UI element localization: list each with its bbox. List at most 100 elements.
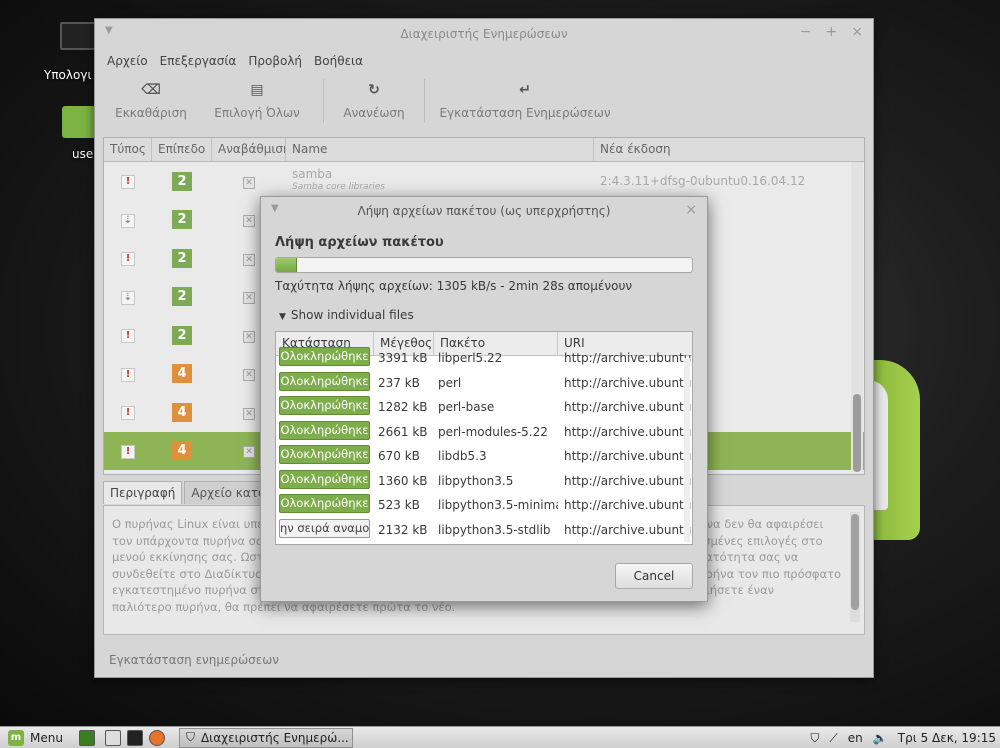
select-all-label: Επιλογή Όλων [214,106,300,120]
language-indicator[interactable]: en [848,731,863,745]
col-type[interactable]: Τύπος [104,138,152,161]
file-manager-icon[interactable] [104,729,121,746]
file-row[interactable]: Ολοκληρώθηκε 237 kB perl http://archive.ubu… [276,371,692,396]
security-update-icon: ! [121,175,135,190]
install-updates-label: Εγκατάσταση Ενημερώσεων [439,106,611,120]
taskbar: m Menu ⛉ Διαχειριστής Ενημερώ... ⛉ ⟋ en … [0,726,1000,748]
file-uri: http://archive.ubuntu.co [564,473,692,488]
file-row[interactable]: Ολοκληρώθηκε 1360 kB libpython3.5 http://ar… [276,469,692,494]
col-name[interactable]: Name [286,138,594,161]
upgrade-checkbox[interactable]: ✕ [243,215,255,228]
update-shield-icon[interactable]: ⛉ [810,731,819,746]
window-menu-icon[interactable]: ▼ [105,25,113,36]
download-icon: ⇣ [121,213,135,228]
upgrade-checkbox[interactable]: ✕ [243,292,255,305]
file-uri: http://archive.ubuntu.co [564,375,692,390]
level-badge: 2 [172,171,192,191]
mint-menu-icon[interactable]: m [8,729,24,746]
cancel-button[interactable]: Cancel [615,563,693,589]
document-icon: ▤ [250,82,264,98]
upgrade-checkbox[interactable]: ✕ [243,253,255,266]
upgrade-checkbox[interactable]: ✕ [243,176,255,189]
file-uri: http://archive.ubuntu.co [564,424,692,439]
menu-file[interactable]: Αρχείο [101,54,154,68]
files-table: Κατάσταση Μέγεθος Πακέτο URI Ολοκληρώθηκ… [275,331,693,545]
menu-help[interactable]: Βοήθεια [308,54,369,68]
download-speed-text: Ταχύτητα λήψης αρχείων: 1305 kB/s - 2min… [275,279,633,293]
file-size: 1282 kB [378,400,428,415]
files-scrollbar[interactable] [684,358,690,542]
level-badge: 2 [172,325,192,345]
clock[interactable]: Τρι 5 Δεκ, 19:15 [898,731,996,745]
security-update-icon: ! [121,252,135,267]
file-package: libpython3.5-minimal [438,498,558,513]
close-icon[interactable]: × [685,202,697,218]
menu-view[interactable]: Προβολή [242,54,308,68]
clear-button[interactable]: ⌫ Εκκαθάριση [101,73,201,129]
expander-arrow-icon: ▼ [279,312,286,322]
table-scrollbar[interactable] [851,162,863,472]
file-row[interactable]: Ολοκληρώθηκε 523 kB libpython3.5-minimal ht… [276,493,692,518]
table-header: Τύπος Επίπεδο Αναβάθμιση Name Νέα έκδοση [104,138,864,162]
taskbar-window-label: Διαχειριστής Ενημερώ... [200,730,349,745]
taskbar-window-button[interactable]: ⛉ Διαχειριστής Ενημερώ... [178,727,353,748]
col-level[interactable]: Επίπεδο [152,138,212,161]
upgrade-checkbox[interactable]: ✕ [243,446,255,459]
file-row[interactable]: ην σειρά αναμον 2132 kB libpython3.5-stdli… [276,518,692,543]
file-row[interactable]: Ολοκληρώθηκε 1282 kB perl-base http://archi… [276,395,692,420]
col-upgrade[interactable]: Αναβάθμιση [212,138,286,161]
terminal-icon[interactable] [126,729,143,746]
select-all-button[interactable]: ▤ Επιλογή Όλων [201,73,313,129]
files-table-body: Ολοκληρώθηκε 3391 kB libperl5.22 http://arc… [276,346,692,542]
file-size: 3391 kB [378,351,428,366]
show-files-expander[interactable]: ▼ Show individual files [279,308,414,322]
status-badge: Ολοκληρώθηκε [279,420,370,440]
tab-description[interactable]: Περιγραφή [103,481,183,504]
description-line: ρήνα δεν θα αφαιρέσει [692,517,824,531]
install-updates-button[interactable]: ↵ Εγκατάσταση Ενημερώσεων [435,73,615,129]
scroll-thumb[interactable] [853,394,861,472]
description-line: υνατότητα σας να [692,550,799,564]
status-badge: Ολοκληρώθηκε [279,494,370,514]
upgrade-checkbox[interactable]: ✕ [243,369,255,382]
upgrade-checkbox[interactable]: ✕ [243,407,255,420]
menu-button[interactable]: Menu [30,731,63,745]
menu-edit[interactable]: Επεξεργασία [154,54,243,68]
network-icon[interactable]: ⟋ [829,731,837,746]
close-icon[interactable]: × [851,24,863,40]
firefox-icon[interactable] [148,729,165,746]
table-row[interactable]: ! 2 ✕ samba Samba core libraries 2:4.3.11+dfs… [104,162,864,201]
file-package: libpython3.5 [438,473,514,488]
description-line: πυρήνα τον πιο πρόσφατο [692,566,842,581]
refresh-button[interactable]: ↻ Ανανέωση [334,73,414,129]
scroll-thumb[interactable] [851,514,859,610]
upgrade-checkbox[interactable]: ✕ [243,330,255,343]
security-update-icon: ! [121,329,135,344]
file-package: perl-base [438,400,495,415]
download-dialog: ▼ Λήψη αρχείων πακέτου (ως υπερχρήστης) … [260,196,708,602]
system-monitor-icon[interactable] [78,729,95,746]
maximize-icon[interactable]: + [826,24,838,40]
level-badge: 4 [172,441,192,461]
file-row[interactable]: Ολοκληρώθηκε 670 kB libdb5.3 http://archive… [276,444,692,469]
status-badge: Ολοκληρώθηκε [279,445,370,465]
security-update-icon: ! [121,367,135,382]
package-description: Samba core libraries [292,182,385,193]
window-titlebar[interactable]: ▼ Διαχειριστής Ενημερώσεων − + × [95,19,873,49]
description-line [692,599,842,616]
status-badge: Ολοκληρώθηκε [279,371,370,391]
volume-icon[interactable]: 🔈 [873,731,888,745]
toolbar-separator [424,79,425,123]
file-row[interactable]: Ολοκληρώθηκε 3391 kB libperl5.22 http://arc… [276,346,692,371]
home-folder-icon[interactable] [62,106,98,138]
col-version[interactable]: Νέα έκδοση [594,138,852,161]
level-badge: 4 [172,364,192,384]
dialog-menu-icon[interactable]: ▼ [271,203,279,214]
description-scrollbar[interactable] [850,512,860,622]
file-row[interactable]: Ολοκληρώθηκε 2661 kB perl-modules-5.22 http… [276,420,692,445]
file-size: 1360 kB [378,473,428,488]
dialog-titlebar[interactable]: ▼ Λήψη αρχείων πακέτου (ως υπερχρήστης) … [261,197,707,225]
file-package: libpython3.5-stdlib [438,522,551,537]
file-size: 237 kB [378,375,420,390]
minimize-icon[interactable]: − [800,24,812,40]
